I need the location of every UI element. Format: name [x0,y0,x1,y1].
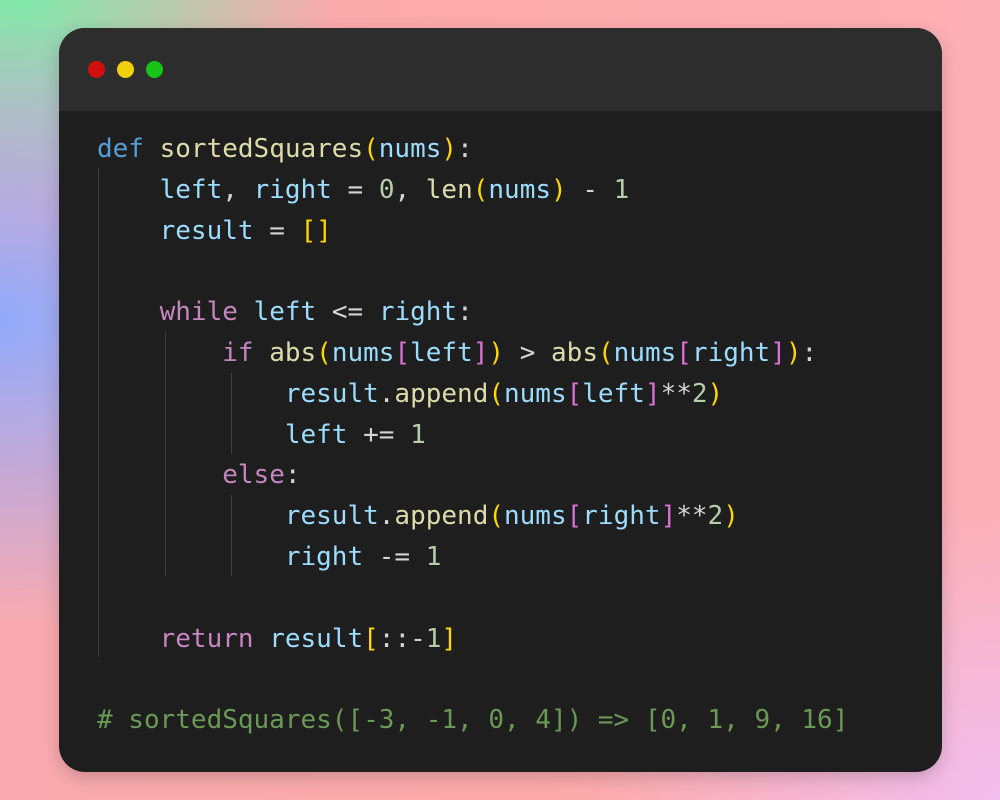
code-line: while left <= right: [159,297,473,328]
maximize-dot-icon[interactable] [146,61,163,78]
code-line: return result[::-1] [159,623,458,654]
code-window: def sortedSquares(nums): left, right = 0… [59,28,942,772]
code-line: if abs(nums[left]) > abs(nums[right]): [222,338,818,368]
code-line: def sortedSquares(nums): [97,134,473,164]
close-dot-icon[interactable] [88,61,105,78]
code-line: # sortedSquares([-3, -1, 0, 4]) => [0, 1… [97,705,849,736]
code-line: right -= 1 [284,542,442,572]
minimize-dot-icon[interactable] [117,61,134,78]
code-line: result.append(nums[right]**2) [284,501,739,532]
code-line: result.append(nums[left]**2) [284,378,724,409]
code-line: else: [222,460,301,491]
code-line: result = [] [159,215,332,246]
code-line: left += 1 [284,419,426,450]
code-line: left, right = 0, len(nums) - 1 [159,174,630,205]
window-titlebar [59,28,942,111]
